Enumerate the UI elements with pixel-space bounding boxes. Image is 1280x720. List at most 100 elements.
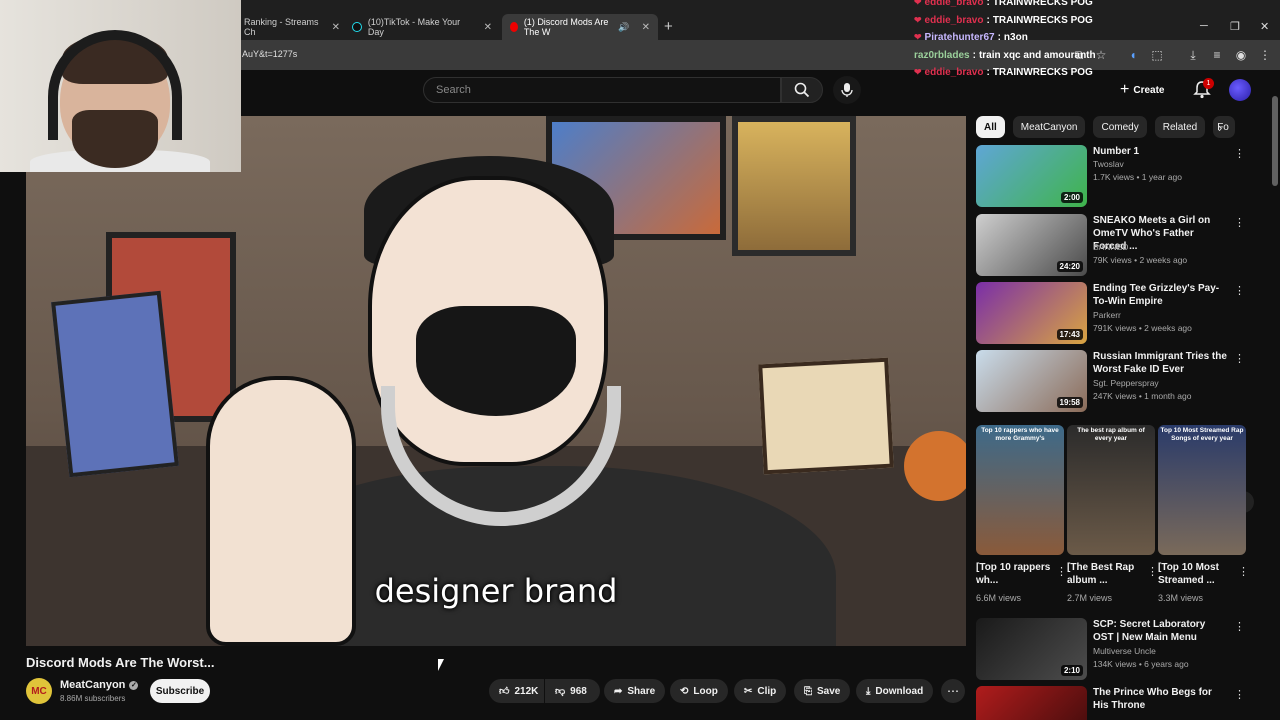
webcam-overlay <box>0 0 241 172</box>
more-options-icon[interactable]: ⋮ <box>1234 352 1245 365</box>
recommendation-channel-name: Parkerr <box>1093 310 1121 320</box>
chat-username: eddie_bravo <box>924 14 984 26</box>
thumbs-up-icon: 👍︎ <box>499 686 510 697</box>
page-scrollbar[interactable] <box>1272 86 1278 706</box>
short-title[interactable]: [Top 10 Most Streamed ... <box>1158 561 1236 587</box>
recommendation-item[interactable]: 19:58 Russian Immigrant Tries the Worst F… <box>976 350 1256 412</box>
chat-separator: : <box>986 0 990 8</box>
recommendation-item[interactable]: The Prince Who Begs for His Throne ⋮ <box>976 686 1256 720</box>
short-views: 2.7M views <box>1067 593 1113 603</box>
recommendation-title[interactable]: Ending Tee Grizzley's Pay-To-Win Empire <box>1093 282 1227 308</box>
share-label: Share <box>627 685 656 697</box>
download-icon[interactable]: ⤓ <box>1184 46 1202 64</box>
extension-icon[interactable]: ◖ <box>1124 46 1142 64</box>
short-thumbnail[interactable]: Top 10 rappers who have more Grammy's <box>976 425 1064 555</box>
recommendation-title[interactable]: The Prince Who Begs for His Throne <box>1093 686 1227 712</box>
video-frame-basketball <box>904 431 966 501</box>
short-title[interactable]: [The Best Rap album ... <box>1067 561 1145 587</box>
recommendation-title[interactable]: SCP: Secret Laboratory OST | New Main Me… <box>1093 618 1227 644</box>
chat-text: TRAINWRECKS POG <box>992 67 1093 78</box>
chip-all[interactable]: All <box>976 116 1005 138</box>
share-button[interactable]: ➦ Share <box>604 679 666 703</box>
profile-icon[interactable]: ◉ <box>1232 46 1250 64</box>
browser-tab-tiktok[interactable]: (10)TikTok - Make Your Day ✕ <box>344 14 500 40</box>
channel-name-text: MeatCanyon <box>60 679 126 691</box>
chip-fo[interactable]: Fo <box>1213 116 1236 138</box>
close-tab-icon[interactable]: ✕ <box>484 22 492 33</box>
minimize-icon[interactable]: ─ <box>1200 20 1208 32</box>
recommendation-title[interactable]: Number 1 <box>1093 145 1227 158</box>
download-button[interactable]: ⤓ Download <box>856 679 934 703</box>
more-actions-icon[interactable]: ⋯ <box>941 679 965 703</box>
speaker-icon[interactable]: 🔊 <box>618 22 629 33</box>
video-thumbnail[interactable]: 2:00 <box>976 145 1087 207</box>
more-options-icon[interactable]: ⋮ <box>1234 147 1245 160</box>
browser-tab-youtube[interactable]: (1) Discord Mods Are The W 🔊 ✕ <box>502 14 658 40</box>
close-tab-icon[interactable]: ✕ <box>642 22 650 33</box>
recommendation-title[interactable]: Russian Immigrant Tries the Worst Fake I… <box>1093 350 1227 376</box>
video-thumbnail[interactable]: 24:20 <box>976 214 1087 276</box>
recommendation-item[interactable]: 2:00 Number 1 Twoslav 1.7K views • 1 year a… <box>976 145 1256 207</box>
video-thumbnail[interactable]: 2:10 <box>976 618 1087 680</box>
save-button[interactable]: ⎘ Save <box>794 679 851 703</box>
recommendation-channel[interactable]: Sgt. Pepperspray <box>1093 378 1159 388</box>
more-options-icon[interactable]: ⋮ <box>1234 620 1245 633</box>
video-thumbnail[interactable] <box>976 686 1087 720</box>
recommendation-channel-name: Sgt. Pepperspray <box>1093 378 1159 388</box>
url-text[interactable]: AuY&t=1277s <box>242 49 297 59</box>
more-options-icon[interactable]: ⋮ <box>1238 565 1249 578</box>
clip-button[interactable]: ✂ Clip <box>734 679 787 703</box>
like-button[interactable]: 👍︎ 212K <box>489 679 544 703</box>
chip-meatcanyon[interactable]: MeatCanyon <box>1012 116 1086 138</box>
new-tab-icon[interactable]: + <box>664 18 673 35</box>
close-tab-icon[interactable]: ✕ <box>332 22 340 33</box>
recommendation-item[interactable]: 17:43 Ending Tee Grizzley's Pay-To-Win Em… <box>976 282 1256 344</box>
clip-label: Clip <box>757 685 777 697</box>
video-thumbnail[interactable]: 17:43 <box>976 282 1087 344</box>
recommendation-channel[interactable]: BANNED <box>1093 242 1128 252</box>
short-title[interactable]: [Top 10 rappers wh... <box>976 561 1054 587</box>
recommendation-channel[interactable]: Twoslav <box>1093 159 1124 169</box>
account-avatar[interactable] <box>1229 79 1251 101</box>
recommendation-meta: 247K views • 1 month ago <box>1093 391 1192 401</box>
more-options-icon[interactable]: ⋮ <box>1147 565 1158 578</box>
chip-comedy[interactable]: Comedy <box>1093 116 1147 138</box>
voice-search-button[interactable] <box>833 76 861 104</box>
recommendation-item[interactable]: 24:20 SNEAKO Meets a Girl on OmeTV Who's … <box>976 214 1256 276</box>
chat-message: raz0rblades: train xqc and amouranth <box>914 47 1114 65</box>
channel-avatar[interactable]: MC <box>26 678 52 704</box>
browser-tab-ranking[interactable]: Ranking - Streams Ch ✕ <box>236 14 348 40</box>
search-button[interactable] <box>781 77 823 103</box>
recommendation-channel[interactable]: Parkerr <box>1093 310 1121 320</box>
short-thumbnail[interactable]: The best rap album of every year <box>1067 425 1155 555</box>
extensions-puzzle-icon[interactable]: ⬚ <box>1148 46 1166 64</box>
duration-badge: 24:20 <box>1056 261 1083 272</box>
recommendation-channel[interactable]: Multiverse Uncle <box>1093 646 1156 656</box>
more-options-icon[interactable]: ⋮ <box>1234 216 1245 229</box>
more-options-icon[interactable]: ⋮ <box>1234 688 1245 701</box>
loop-button[interactable]: ⟲ Loop <box>670 679 728 703</box>
chevron-right-icon[interactable]: › <box>1218 120 1222 135</box>
video-player[interactable]: designer brand <box>26 116 966 646</box>
more-options-icon[interactable]: ⋮ <box>1234 284 1245 297</box>
maximize-icon[interactable]: ❐ <box>1230 20 1240 33</box>
chat-username: eddie_bravo <box>924 67 984 78</box>
chat-username: raz0rblades <box>914 49 970 61</box>
channel-name[interactable]: MeatCanyon ✓ <box>60 679 139 691</box>
dislike-button[interactable]: 👎︎ 968 <box>545 679 600 703</box>
media-control-icon[interactable]: ≡ <box>1208 46 1226 64</box>
browser-menu-icon[interactable]: ⋮ <box>1256 46 1274 64</box>
more-options-icon[interactable]: ⋮ <box>1056 565 1067 578</box>
recommendation-channel-name: Twoslav <box>1093 159 1124 169</box>
recommendation-item[interactable]: 2:10 SCP: Secret Laboratory OST | New Mai… <box>976 618 1256 680</box>
short-thumbnail[interactable]: Top 10 Most Streamed Rap Songs of every … <box>1158 425 1246 555</box>
video-thumbnail[interactable]: 19:58 <box>976 350 1087 412</box>
scrollbar-thumb[interactable] <box>1272 96 1278 186</box>
window-close-icon[interactable]: ✕ <box>1260 20 1269 33</box>
recommendation-meta: 79K views • 2 weeks ago <box>1093 255 1188 265</box>
video-frame-sign <box>758 357 894 475</box>
subscribe-button[interactable]: Subscribe <box>150 679 210 703</box>
search-input[interactable]: Search <box>423 77 781 103</box>
create-button[interactable]: + Create <box>1120 79 1164 101</box>
chip-related[interactable]: Related <box>1154 116 1206 138</box>
